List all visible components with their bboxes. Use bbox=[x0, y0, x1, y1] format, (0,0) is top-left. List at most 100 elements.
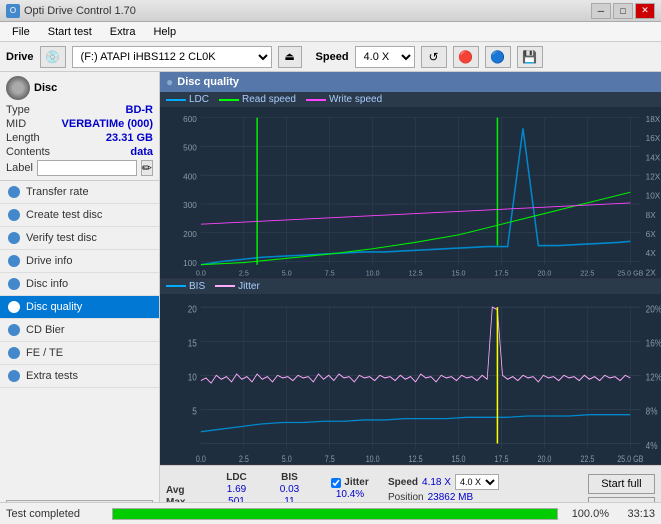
svg-text:2X: 2X bbox=[646, 267, 656, 277]
contents-key: Contents bbox=[6, 146, 50, 158]
close-button[interactable]: ✕ bbox=[635, 3, 655, 19]
bis-label: BIS bbox=[189, 281, 205, 292]
svg-text:10.0: 10.0 bbox=[366, 268, 380, 277]
chart-header: ● Disc quality bbox=[160, 72, 661, 92]
svg-text:12X: 12X bbox=[646, 171, 661, 181]
svg-text:4%: 4% bbox=[646, 438, 658, 450]
svg-text:25.0 GB: 25.0 GB bbox=[617, 454, 644, 464]
disc-contents-row: Contents data bbox=[6, 146, 153, 158]
label-edit-button[interactable]: ✏ bbox=[141, 160, 153, 176]
chart-legend-bottom: BIS Jitter bbox=[160, 279, 661, 294]
sidebar-item-create-test-disc[interactable]: Create test disc bbox=[0, 204, 159, 227]
left-panel: Disc Type BD-R MID VERBATIMe (000) Lengt… bbox=[0, 72, 160, 524]
menu-help[interactable]: Help bbox=[145, 24, 184, 40]
menu-extra[interactable]: Extra bbox=[102, 24, 144, 40]
svg-text:20.0: 20.0 bbox=[537, 268, 551, 277]
progress-bar-fill bbox=[113, 509, 557, 519]
svg-text:12.5: 12.5 bbox=[409, 268, 423, 277]
svg-text:2.5: 2.5 bbox=[239, 268, 249, 277]
bottom-chart-svg: 20 15 10 5 20% 16% 12% 8% 4% 0.0 2.5 5.0… bbox=[160, 294, 661, 465]
drivebar: Drive 💿 (F:) ATAPI iHBS112 2 CL0K ⏏ Spee… bbox=[0, 42, 661, 72]
ldc-header: LDC bbox=[226, 472, 247, 483]
titlebar-left: O Opti Drive Control 1.70 bbox=[6, 4, 136, 18]
progress-bar bbox=[112, 508, 558, 520]
app-title: Opti Drive Control 1.70 bbox=[24, 5, 136, 17]
eject-button[interactable]: ⏏ bbox=[278, 46, 302, 68]
app-icon: O bbox=[6, 4, 20, 18]
speed-stat-value: 4.18 X bbox=[422, 477, 451, 488]
disc-section: Disc Type BD-R MID VERBATIMe (000) Lengt… bbox=[0, 72, 159, 181]
start-full-button[interactable]: Start full bbox=[588, 474, 655, 494]
disc-length-row: Length 23.31 GB bbox=[6, 132, 153, 144]
bottom-chart-area: 20 15 10 5 20% 16% 12% 8% 4% 0.0 2.5 5.0… bbox=[160, 294, 661, 466]
svg-text:7.5: 7.5 bbox=[325, 454, 335, 464]
svg-text:500: 500 bbox=[183, 143, 197, 153]
top-chart-svg: 600 500 400 300 200 100 18X 16X 14X 12X … bbox=[160, 107, 661, 278]
sidebar-item-disc-quality[interactable]: Disc quality bbox=[0, 296, 159, 319]
sidebar-item-disc-info[interactable]: Disc info bbox=[0, 273, 159, 296]
sidebar-item-extra-tests[interactable]: Extra tests bbox=[0, 365, 159, 388]
transfer-rate-label: Transfer rate bbox=[26, 186, 89, 198]
save-button[interactable]: 💾 bbox=[517, 46, 543, 68]
refresh-button[interactable]: ↺ bbox=[421, 46, 447, 68]
disc-label-row: Label ✏ bbox=[6, 160, 153, 176]
extra-tests-icon bbox=[8, 370, 20, 382]
svg-text:16X: 16X bbox=[646, 133, 661, 143]
jitter-checkbox[interactable] bbox=[331, 478, 341, 488]
length-value: 23.31 GB bbox=[106, 132, 153, 144]
drive-select[interactable]: (F:) ATAPI iHBS112 2 CL0K bbox=[72, 46, 272, 68]
svg-text:22.5: 22.5 bbox=[580, 268, 594, 277]
sidebar-item-transfer-rate[interactable]: Transfer rate bbox=[0, 181, 159, 204]
type-value: BD-R bbox=[126, 104, 154, 116]
sidebar-item-drive-info[interactable]: Drive info bbox=[0, 250, 159, 273]
svg-text:5.0: 5.0 bbox=[282, 268, 292, 277]
disc-info-icon bbox=[8, 278, 20, 290]
sidebar-item-cd-bier[interactable]: CD Bier bbox=[0, 319, 159, 342]
disc-icon bbox=[6, 76, 30, 100]
svg-text:17.5: 17.5 bbox=[495, 454, 509, 464]
svg-text:200: 200 bbox=[183, 229, 197, 239]
menu-file[interactable]: File bbox=[4, 24, 38, 40]
legend-ldc: LDC bbox=[166, 94, 209, 105]
bis-avg: 0.03 bbox=[280, 484, 299, 495]
svg-text:20.0: 20.0 bbox=[537, 454, 551, 464]
speed-row: Speed 4.18 X 4.0 X bbox=[388, 474, 499, 490]
settings-button2[interactable]: 🔵 bbox=[485, 46, 511, 68]
maximize-button[interactable]: □ bbox=[613, 3, 633, 19]
svg-text:16%: 16% bbox=[646, 336, 661, 348]
sidebar-item-fe-te[interactable]: FE / TE bbox=[0, 342, 159, 365]
svg-text:0.0: 0.0 bbox=[196, 268, 206, 277]
svg-text:8%: 8% bbox=[646, 404, 658, 416]
label-input[interactable] bbox=[37, 160, 137, 176]
sidebar-item-verify-test-disc[interactable]: Verify test disc bbox=[0, 227, 159, 250]
svg-text:15.0: 15.0 bbox=[452, 454, 466, 464]
svg-text:0.0: 0.0 bbox=[196, 454, 206, 464]
speed-label: Speed bbox=[316, 51, 349, 63]
svg-text:25.0 GB: 25.0 GB bbox=[617, 268, 643, 277]
jitter-line-icon bbox=[215, 285, 235, 287]
disc-info-label: Disc info bbox=[26, 278, 68, 290]
legend-jitter: Jitter bbox=[215, 281, 260, 292]
ldc-line-icon bbox=[166, 99, 186, 101]
drive-info-label: Drive info bbox=[26, 255, 72, 267]
settings-button1[interactable]: 🔴 bbox=[453, 46, 479, 68]
svg-text:6X: 6X bbox=[646, 229, 656, 239]
contents-value: data bbox=[130, 146, 153, 158]
disc-type-row: Type BD-R bbox=[6, 104, 153, 116]
svg-text:15: 15 bbox=[188, 336, 197, 348]
avg-label: Avg bbox=[166, 485, 206, 496]
minimize-button[interactable]: ─ bbox=[591, 3, 611, 19]
window-controls[interactable]: ─ □ ✕ bbox=[591, 3, 655, 19]
main-layout: Disc Type BD-R MID VERBATIMe (000) Lengt… bbox=[0, 72, 661, 524]
jitter-avg: 10.4% bbox=[336, 489, 364, 500]
cd-bier-icon bbox=[8, 324, 20, 336]
titlebar: O Opti Drive Control 1.70 ─ □ ✕ bbox=[0, 0, 661, 22]
svg-text:7.5: 7.5 bbox=[325, 268, 335, 277]
svg-text:5: 5 bbox=[192, 404, 197, 416]
svg-text:18X: 18X bbox=[646, 114, 661, 124]
svg-text:100: 100 bbox=[183, 258, 197, 268]
type-key: Type bbox=[6, 104, 30, 116]
speed-select[interactable]: 4.0 X bbox=[355, 46, 415, 68]
speed-stat-select[interactable]: 4.0 X bbox=[455, 474, 499, 490]
menu-starttest[interactable]: Start test bbox=[40, 24, 100, 40]
